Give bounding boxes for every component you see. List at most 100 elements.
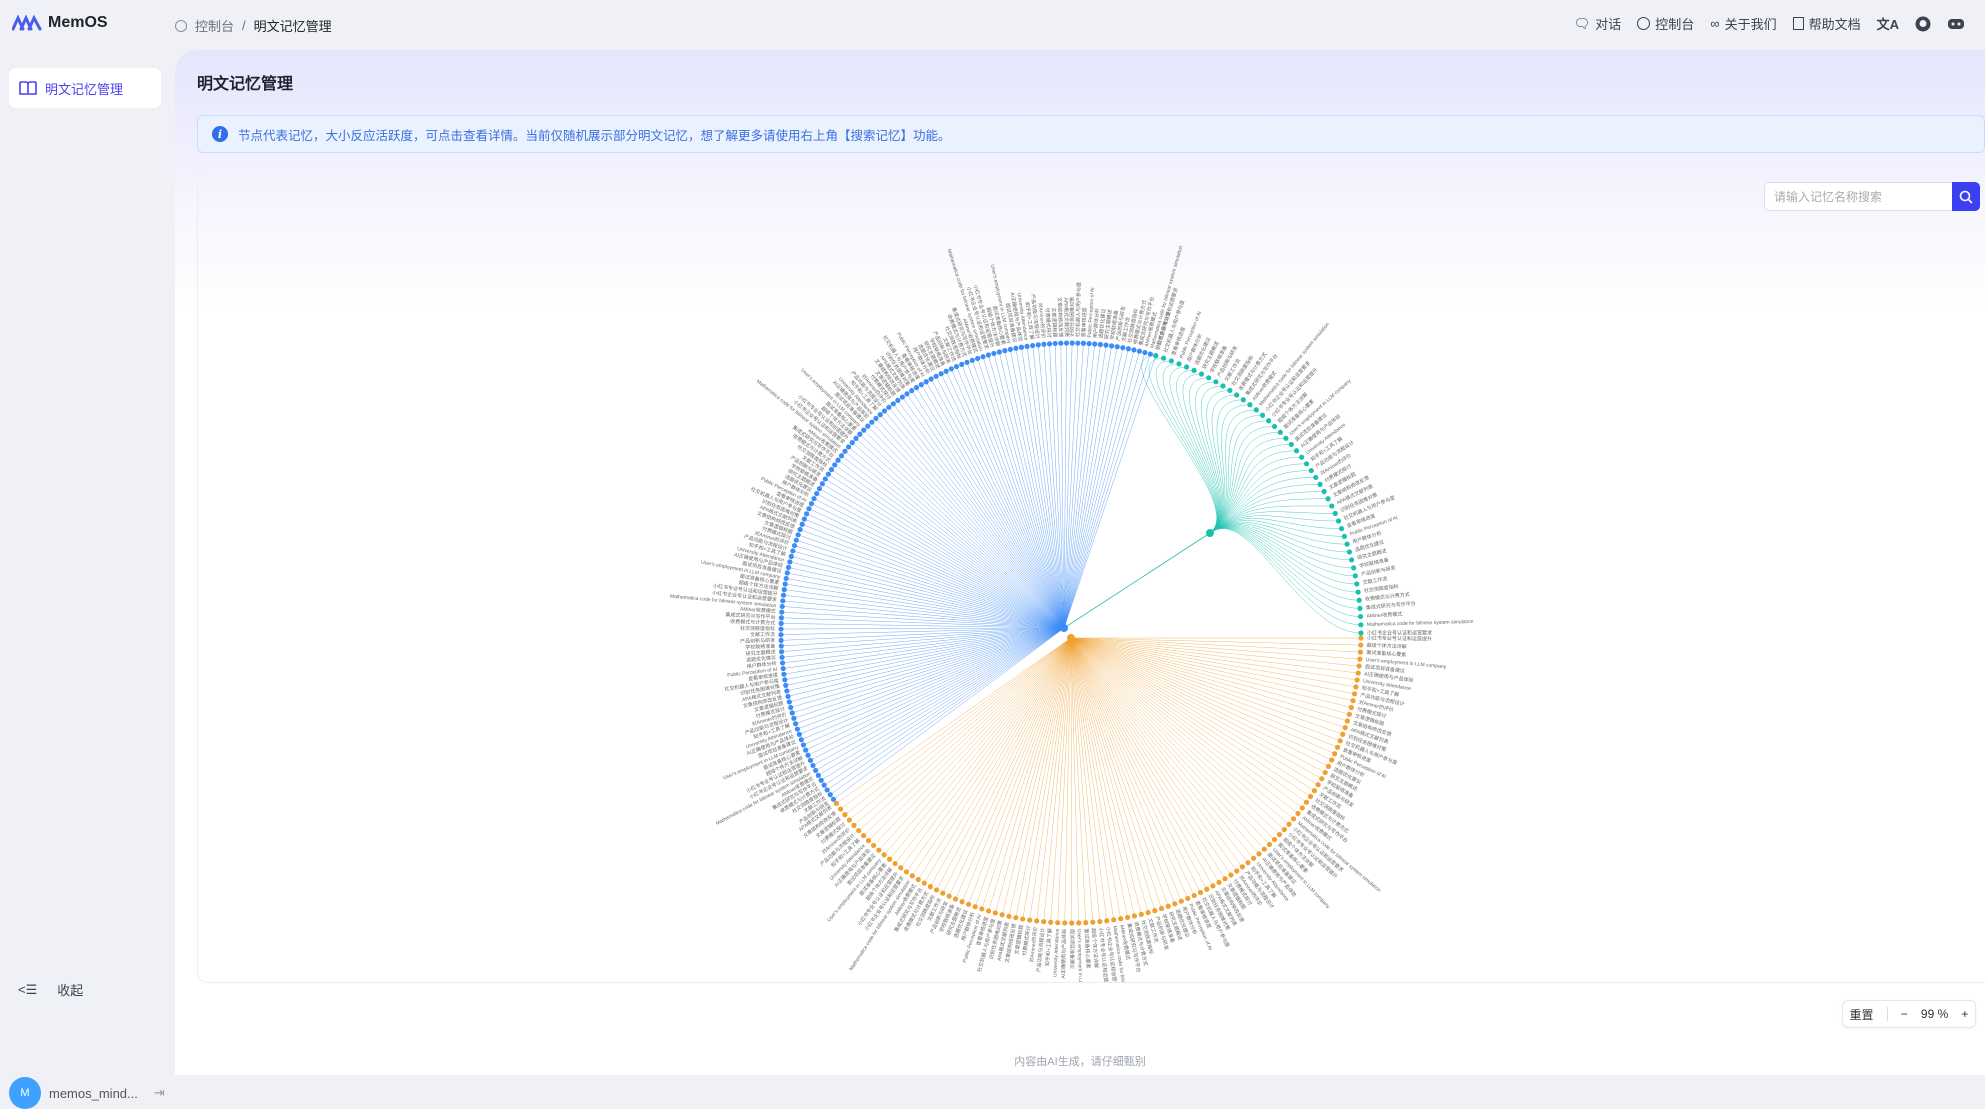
memory-node[interactable] [1198, 890, 1203, 895]
memory-node[interactable] [1323, 770, 1328, 775]
memory-node[interactable] [1092, 341, 1097, 346]
memory-node[interactable] [980, 354, 985, 359]
memory-node[interactable] [1329, 757, 1334, 762]
memory-node[interactable] [1142, 350, 1147, 355]
memory-node[interactable] [780, 598, 785, 603]
memory-node[interactable] [914, 385, 919, 390]
memory-node[interactable] [1047, 341, 1052, 346]
memory-node[interactable] [782, 677, 787, 682]
memory-node[interactable] [1332, 751, 1337, 756]
memory-node[interactable] [778, 632, 783, 637]
memory-node[interactable] [1282, 827, 1287, 832]
memory-node[interactable] [839, 453, 844, 458]
app-logo[interactable]: MemOS [12, 14, 108, 32]
memory-node[interactable] [1103, 343, 1108, 348]
logout-icon[interactable]: ⇥ [154, 1085, 165, 1101]
memory-node[interactable] [909, 388, 914, 393]
memory-node[interactable] [949, 366, 954, 371]
memory-node[interactable] [1216, 880, 1221, 885]
nav-docs[interactable]: 帮助文档 [1793, 14, 1861, 33]
memory-node[interactable] [1227, 388, 1232, 393]
memory-node[interactable] [929, 376, 934, 381]
memory-node[interactable] [959, 362, 964, 367]
memory-node[interactable] [778, 626, 783, 631]
memory-node[interactable] [1355, 589, 1360, 594]
memory-node[interactable] [1002, 348, 1007, 353]
memory-node[interactable] [1313, 475, 1318, 480]
memory-node[interactable] [1109, 343, 1114, 348]
memory-node[interactable] [1120, 345, 1125, 350]
memory-node[interactable] [787, 559, 792, 564]
memory-node[interactable] [1083, 920, 1088, 925]
memory-node[interactable] [1304, 461, 1309, 466]
search-input[interactable] [1764, 182, 1952, 211]
memory-node[interactable] [954, 364, 959, 369]
memory-node[interactable] [1115, 344, 1120, 349]
memory-node[interactable] [1350, 698, 1355, 703]
memory-node[interactable] [1262, 847, 1267, 852]
memory-node[interactable] [803, 748, 808, 753]
memory-node[interactable] [1247, 402, 1252, 407]
github-icon[interactable] [1915, 16, 1931, 32]
memory-node[interactable] [796, 532, 801, 537]
memory-node[interactable] [1027, 917, 1032, 922]
memory-node[interactable] [1358, 622, 1363, 627]
memory-node[interactable] [1104, 918, 1109, 923]
memory-node[interactable] [802, 516, 807, 521]
memory-node[interactable] [1161, 356, 1166, 361]
memory-node[interactable] [1317, 482, 1322, 487]
memory-node[interactable] [786, 565, 791, 570]
hub-node[interactable] [1060, 624, 1068, 632]
memory-node[interactable] [1058, 341, 1063, 346]
memory-node[interactable] [1228, 872, 1233, 877]
memory-node[interactable] [1272, 837, 1277, 842]
memory-node[interactable] [882, 852, 887, 857]
memory-node[interactable] [893, 861, 898, 866]
breadcrumb-root[interactable]: 控制台 [195, 16, 234, 35]
memory-node[interactable] [842, 449, 847, 454]
hub-node[interactable] [1067, 634, 1075, 642]
memory-node[interactable] [1076, 920, 1081, 925]
memory-node[interactable] [1125, 915, 1130, 920]
memory-node[interactable] [939, 371, 944, 376]
memory-node[interactable] [1347, 712, 1352, 717]
memory-node[interactable] [1185, 896, 1190, 901]
memory-node[interactable] [991, 351, 996, 356]
memory-node[interactable] [1132, 913, 1137, 918]
memory-node[interactable] [782, 587, 787, 592]
memory-node[interactable] [1291, 816, 1296, 821]
memory-node[interactable] [1048, 920, 1053, 925]
memory-node[interactable] [1309, 468, 1314, 473]
memory-node[interactable] [846, 444, 851, 449]
memory-node[interactable] [779, 609, 784, 614]
memory-node[interactable] [785, 694, 790, 699]
memory-node[interactable] [808, 758, 813, 763]
memory-node[interactable] [1357, 657, 1362, 662]
memory-node[interactable] [1358, 614, 1363, 619]
memory-node[interactable] [1353, 573, 1358, 578]
memory-node[interactable] [1055, 920, 1060, 925]
memory-node[interactable] [1358, 642, 1363, 647]
memory-node[interactable] [1145, 910, 1150, 915]
memory-node[interactable] [933, 374, 938, 379]
memory-node[interactable] [1338, 738, 1343, 743]
memory-node[interactable] [1153, 353, 1158, 358]
memory-node[interactable] [1245, 860, 1250, 865]
memory-node[interactable] [900, 394, 905, 399]
memory-node[interactable] [993, 910, 998, 915]
memory-node[interactable] [853, 436, 858, 441]
memory-node[interactable] [1070, 340, 1075, 345]
memory-node[interactable] [970, 358, 975, 363]
memory-node[interactable] [1166, 904, 1171, 909]
memory-node[interactable] [1354, 581, 1359, 586]
memory-node[interactable] [799, 737, 804, 742]
memory-node[interactable] [882, 408, 887, 413]
zoom-out-button[interactable]: − [1901, 1007, 1908, 1021]
memory-node[interactable] [1087, 341, 1092, 346]
memory-node[interactable] [1013, 915, 1018, 920]
memory-node[interactable] [847, 817, 852, 822]
memory-node[interactable] [1064, 340, 1069, 345]
memory-node[interactable] [817, 486, 822, 491]
zoom-in-button[interactable]: + [1961, 1007, 1968, 1021]
memory-node[interactable] [1098, 342, 1103, 347]
